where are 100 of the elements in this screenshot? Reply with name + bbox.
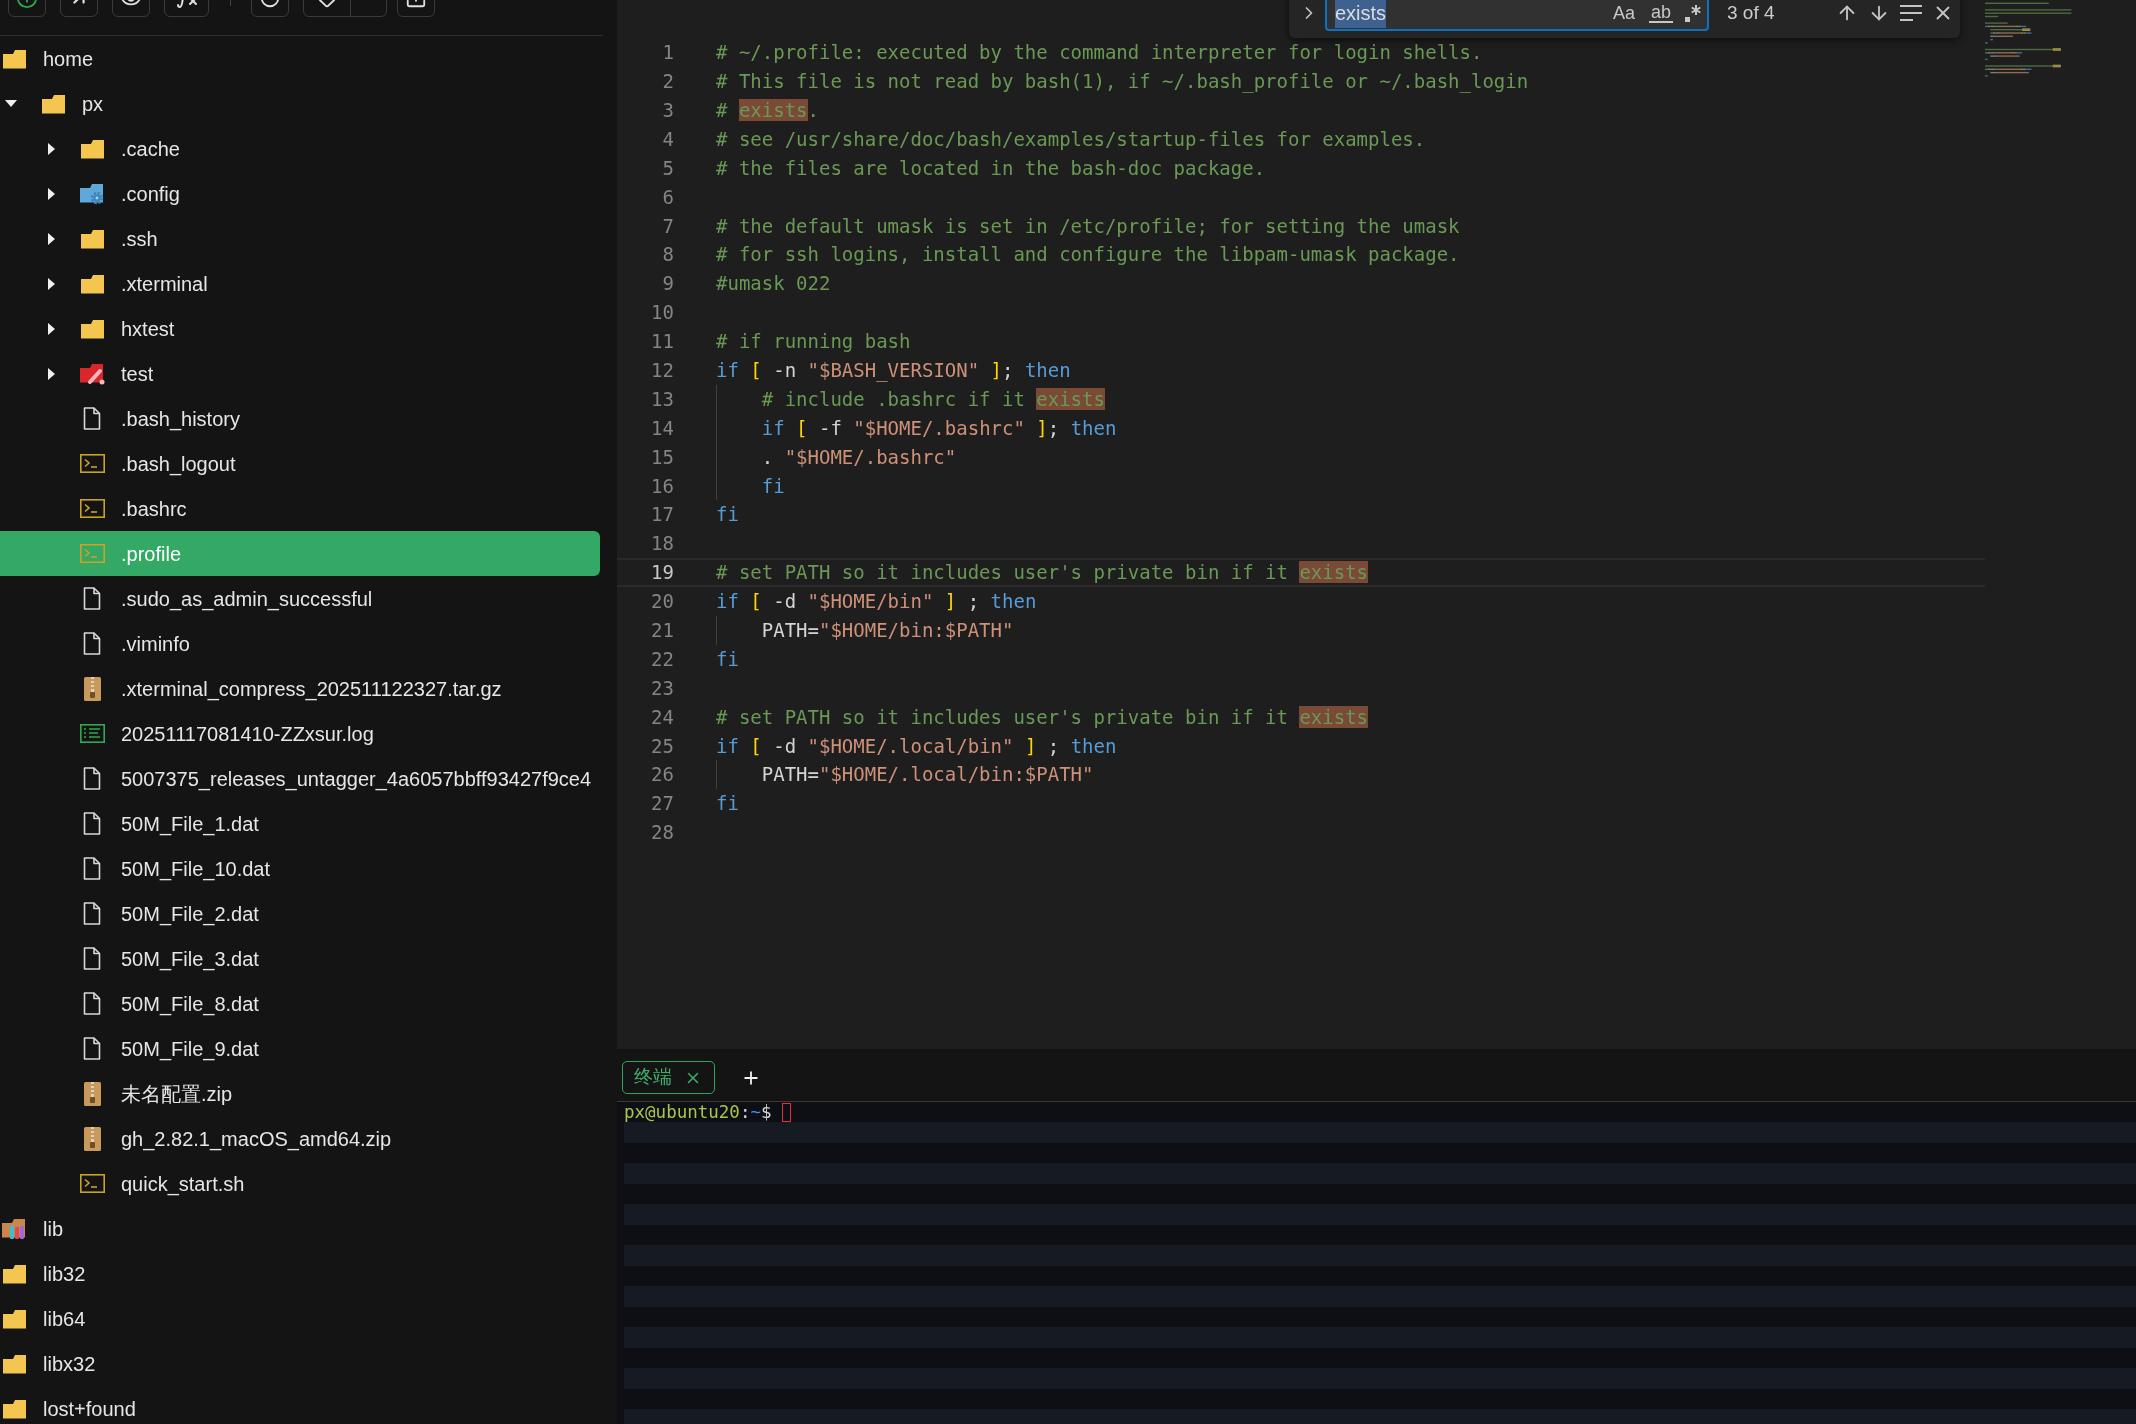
tree-item[interactable]: px [0, 81, 600, 126]
tree-item[interactable]: .bashrc [0, 486, 600, 531]
line-number: 23 [650, 675, 674, 701]
folder-icon [80, 228, 104, 249]
caret-right-icon[interactable] [48, 322, 55, 335]
file-icon [83, 587, 101, 610]
file-icon [83, 767, 101, 790]
tree-item[interactable]: .xterminal [0, 261, 600, 306]
code-line: # the default umask is set in /etc/profile; for setting the umask [716, 213, 1460, 239]
line-number: 1 [661, 40, 674, 66]
brush-folder-icon [79, 362, 105, 385]
caret-right-icon[interactable] [48, 187, 55, 200]
tree-item[interactable]: lib64 [0, 1296, 600, 1341]
code-line: PATH="$HOME/bin:$PATH" [761, 618, 1014, 643]
tree-item[interactable]: quick_start.sh [0, 1161, 600, 1206]
code-line: #umask 022 [716, 271, 831, 297]
line-number: 9 [661, 271, 674, 297]
code-line: # if running bash [716, 329, 911, 355]
tree-item[interactable]: 50M_File_9.dat [0, 1026, 600, 1071]
file-icon [83, 857, 101, 880]
match-case-toggle[interactable]: Aa [1610, 0, 1637, 27]
tree-item[interactable]: 50M_File_2.dat [0, 891, 600, 936]
tree-item[interactable]: 50M_File_10.dat [0, 846, 600, 891]
line-number: 25 [650, 733, 674, 759]
tree-item[interactable]: .bash_history [0, 396, 600, 441]
tree-item[interactable]: .xterminal_compress_202511122327.tar.gz [0, 666, 600, 711]
code-line: # set PATH so it includes user's private bin if it exists [716, 560, 1369, 586]
zipper-file-icon [83, 1081, 101, 1106]
line-number: 3 [661, 97, 674, 123]
tree-item[interactable]: lost+found [0, 1386, 600, 1424]
log-file-icon [79, 724, 105, 743]
line-number: 27 [650, 791, 674, 817]
code-line: # This file is not read by bash(1), if ~/.bash_profile or ~/.bash_login [716, 69, 1529, 95]
tree-item[interactable]: 20251117081410-ZZxsur.log [0, 711, 600, 756]
line-number: 8 [661, 242, 674, 268]
tree-item[interactable]: 50M_File_1.dat [0, 801, 600, 846]
folder-icon [80, 138, 104, 159]
line-number: 7 [661, 213, 674, 239]
whole-word-toggle[interactable]: ab [1648, 3, 1673, 23]
tree-item[interactable]: test [0, 351, 600, 396]
line-number: 11 [650, 329, 674, 355]
tree-item[interactable]: lib [0, 1206, 600, 1251]
tree-item[interactable]: gh_2.82.1_macOS_amd64.zip [0, 1116, 600, 1161]
tree-item[interactable]: 未名配置.zip [0, 1071, 600, 1116]
line-number: 14 [650, 415, 674, 441]
code-line: if [ -d "$HOME/bin" ] ; then [716, 589, 1037, 615]
code-line: if [ -d "$HOME/.local/bin" ] ; then [716, 733, 1117, 759]
line-number: 2 [661, 69, 674, 95]
line-number: 26 [650, 762, 674, 788]
text-lines-icon[interactable] [1900, 5, 1922, 21]
tree-item[interactable]: 5007375_releases_untagger_4a6057bbff93427f9ce4 [0, 756, 600, 801]
code-line: # include .bashrc if it exists [761, 386, 1105, 412]
caret-right-icon[interactable] [48, 277, 55, 290]
tree-item[interactable]: .viminfo [0, 621, 600, 666]
tree-item[interactable]: home [0, 36, 600, 81]
zipper-file-icon [83, 1126, 101, 1151]
folder-icon [2, 1308, 26, 1329]
tree-item[interactable]: .config [0, 171, 600, 216]
regex-icon[interactable] [1685, 4, 1701, 22]
tree-item[interactable]: 50M_File_8.dat [0, 981, 600, 1026]
folder-icon [80, 273, 104, 294]
add-tab-icon[interactable] [741, 1068, 761, 1088]
line-number: 18 [650, 531, 674, 557]
tree-item[interactable]: .bash_logout [0, 441, 600, 486]
tree-item[interactable]: .ssh [0, 216, 600, 261]
code-line: # the files are located in the bash-doc package. [716, 155, 1266, 181]
terminal-file-icon [79, 499, 105, 518]
line-number: 21 [650, 618, 674, 643]
code-line: # set PATH so it includes user's private bin if it exists [716, 704, 1369, 730]
caret-right-icon[interactable] [48, 367, 55, 380]
find-field[interactable]: exists Aa ab [1325, 0, 1709, 31]
terminal-pane[interactable]: px@ubuntu20:~$ [624, 1102, 2136, 1424]
file-icon [83, 407, 101, 430]
tree-item[interactable]: libx32 [0, 1341, 600, 1386]
folder-icon [41, 93, 65, 114]
code-line: # for ssh logins, install and configure the libpam-umask package. [716, 242, 1460, 268]
line-number: 17 [650, 502, 674, 528]
caret-down-icon[interactable] [5, 100, 17, 107]
terminal-file-icon [79, 1174, 105, 1193]
folder-icon [2, 1263, 26, 1284]
line-number: 24 [650, 704, 674, 730]
folder-icon [2, 48, 26, 69]
folder-icon [2, 1398, 26, 1419]
line-number: 5 [661, 155, 674, 181]
file-icon [83, 812, 101, 835]
tree-item[interactable]: lib32 [0, 1251, 600, 1296]
file-icon [83, 632, 101, 655]
line-number: 13 [650, 386, 674, 412]
line-number: 12 [650, 358, 674, 383]
tree-item[interactable]: .cache [0, 126, 600, 171]
line-number: 6 [661, 184, 674, 210]
zipper-file-icon [83, 676, 101, 701]
terminal-tab[interactable]: 终端 [622, 1061, 715, 1094]
tree-item[interactable]: hxtest [0, 306, 600, 351]
line-number: 16 [650, 473, 674, 499]
code-line: PATH="$HOME/.local/bin:$PATH" [761, 762, 1094, 788]
tree-item[interactable]: 50M_File_3.dat [0, 936, 600, 981]
caret-right-icon[interactable] [48, 142, 55, 155]
caret-right-icon[interactable] [48, 232, 55, 245]
tree-item[interactable]: .sudo_as_admin_successful [0, 576, 600, 621]
